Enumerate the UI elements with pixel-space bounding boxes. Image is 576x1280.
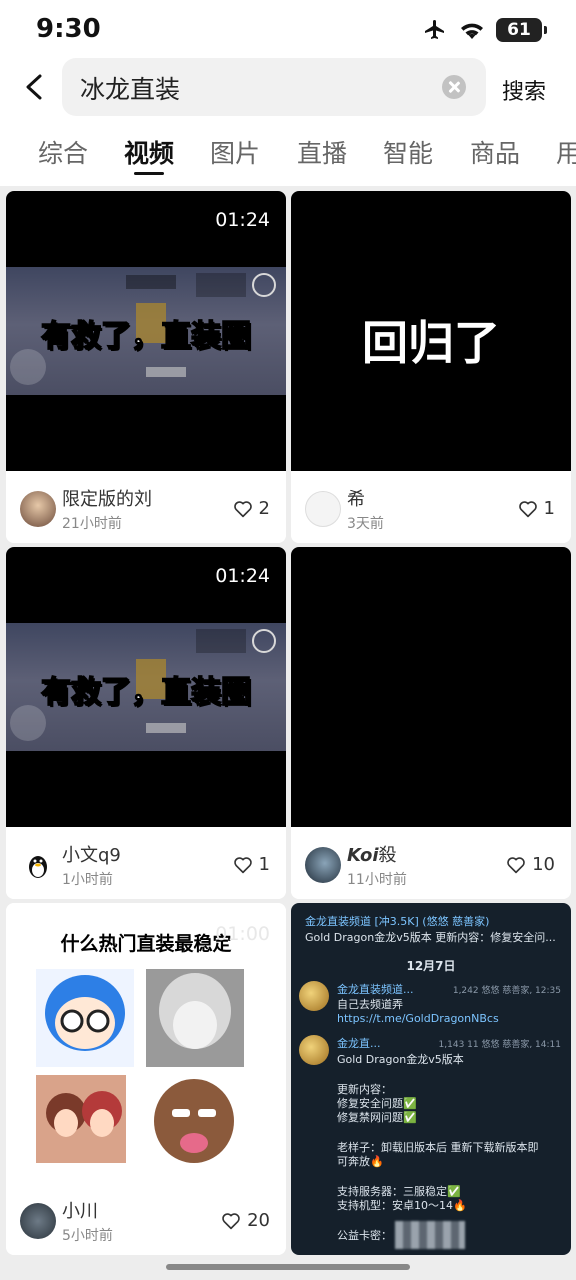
meme-images — [36, 969, 244, 1163]
status-time: 9:30 — [36, 14, 101, 44]
channel-avatar — [299, 981, 329, 1011]
author-name[interactable]: 限定版的刘 — [62, 485, 152, 511]
search-query: 冰龙直装 — [80, 75, 181, 104]
like-count: 20 — [247, 1210, 270, 1231]
author-name[interactable]: 希 — [347, 485, 365, 511]
sender-name: 金龙直装频道... — [337, 983, 414, 996]
clear-icon[interactable] — [442, 75, 466, 99]
card-meta: 小文q9 1小时前 1 — [6, 827, 286, 899]
active-tab-indicator — [134, 172, 164, 175]
video-card[interactable]: 回归了 希 3天前 1 — [291, 191, 571, 543]
author-name-italic: Koi — [347, 845, 379, 866]
video-thumbnail[interactable]: 回归了 — [291, 191, 571, 471]
post-time: 5小时前 — [62, 1228, 113, 1244]
like-count: 10 — [532, 854, 555, 875]
video-card[interactable]: Koi殺 11小时前 10 — [291, 547, 571, 899]
tab-images[interactable]: 图片 — [210, 134, 260, 170]
message-line: 支持机型：安卓10～14🔥 — [337, 1199, 467, 1212]
pinned-message: Gold Dragon金龙v5版本 更新内容：修复安全问... — [305, 931, 556, 944]
post-time: 21小时前 — [62, 516, 122, 532]
message-stats: 1,242 悠悠 慈善家, 12:35 — [452, 986, 561, 996]
post-time: 11小时前 — [347, 872, 407, 888]
home-indicator — [166, 1264, 410, 1270]
message-link: https://t.me/GoldDragonNBcs — [337, 1012, 499, 1025]
video-card[interactable]: 什么热门直装最稳定 01:00 小川 5小时前 20 — [6, 903, 286, 1255]
status-icons: 61 — [422, 18, 547, 42]
like-count: 2 — [258, 498, 270, 519]
tab-comprehensive[interactable]: 综合 — [38, 134, 88, 170]
message-line: 公益卡密： — [337, 1229, 392, 1242]
card-meta: 希 3天前 1 — [291, 471, 571, 543]
like-button[interactable]: 10 — [506, 854, 555, 875]
video-thumbnail[interactable]: 01:24 有救了，直装圈 — [6, 191, 286, 471]
post-time: 1小时前 — [62, 872, 113, 888]
author-name[interactable]: Koi殺 — [347, 841, 397, 867]
author-name[interactable]: 小文q9 — [62, 841, 121, 867]
message-line: Gold Dragon金龙v5版本 — [337, 1053, 464, 1066]
message-text: 自己去频道弄 — [337, 998, 403, 1011]
avatar[interactable] — [20, 491, 56, 527]
avatar[interactable] — [305, 491, 341, 527]
video-caption: 回归了 — [362, 316, 500, 370]
like-button[interactable]: 20 — [221, 1210, 270, 1231]
author-name-suffix: 殺 — [378, 845, 397, 866]
tab-smart[interactable]: 智能 — [383, 134, 433, 170]
post-time: 3天前 — [347, 516, 384, 532]
channel-title: 金龙直装频道 [冲3.5K] (悠悠 慈善家) — [305, 915, 490, 928]
top-bar: 9:30 61 冰龙直装 搜索 综合 视频 图片 直播 智能 商品 用 — [0, 0, 576, 186]
channel-avatar — [299, 1035, 329, 1065]
heart-icon — [507, 856, 525, 873]
search-results-screen: 9:30 61 冰龙直装 搜索 综合 视频 图片 直播 智能 商品 用 01:2… — [0, 0, 576, 1280]
heart-icon — [518, 500, 537, 517]
avatar[interactable] — [20, 1203, 56, 1239]
search-input[interactable]: 冰龙直装 — [62, 58, 486, 116]
telegram-screenshot-thumbnail[interactable]: 金龙直装频道 [冲3.5K] (悠悠 慈善家) Gold Dragon金龙v5版… — [291, 903, 571, 1255]
search-button[interactable]: 搜索 — [502, 74, 546, 106]
battery-icon: 61 — [496, 18, 547, 42]
tab-users[interactable]: 用 — [556, 134, 576, 170]
video-thumbnail[interactable]: 什么热门直装最稳定 01:00 — [6, 903, 286, 1183]
author-name[interactable]: 小川 — [62, 1197, 98, 1223]
sender-name: 金龙直... — [337, 1037, 381, 1050]
like-button[interactable]: 1 — [233, 854, 270, 875]
heart-icon — [233, 500, 252, 517]
tab-video[interactable]: 视频 — [124, 134, 174, 170]
blurred-code — [395, 1221, 465, 1249]
tab-products[interactable]: 商品 — [470, 134, 520, 170]
video-thumbnail[interactable] — [291, 547, 571, 827]
heart-icon — [222, 1212, 240, 1229]
like-button[interactable]: 1 — [518, 498, 555, 519]
tab-live[interactable]: 直播 — [297, 134, 347, 170]
video-duration: 01:24 — [215, 565, 270, 587]
card-meta: 限定版的刘 21小时前 2 — [6, 471, 286, 543]
avatar[interactable] — [20, 847, 56, 883]
video-card[interactable]: 01:24 有救了，直装圈 小文q9 1小时前 1 — [6, 547, 286, 899]
video-duration: 01:24 — [215, 209, 270, 231]
airplane-mode-icon — [425, 20, 444, 39]
message-line: 可奔放🔥 — [337, 1155, 384, 1168]
like-button[interactable]: 2 — [233, 498, 270, 519]
video-card[interactable]: 01:24 有救了，直装圈 限定版的刘 21小时前 2 — [6, 191, 286, 543]
back-arrow-icon[interactable] — [18, 70, 52, 104]
card-meta: Koi殺 11小时前 10 — [291, 827, 571, 899]
status-bar: 9:30 61 — [0, 0, 576, 60]
video-caption: 有救了，直装圈 — [40, 674, 252, 711]
video-thumbnail[interactable]: 01:24 有救了，直装圈 — [6, 547, 286, 827]
avatar[interactable] — [305, 847, 341, 883]
video-card[interactable]: 金龙直装频道 [冲3.5K] (悠悠 慈善家) Gold Dragon金龙v5版… — [291, 903, 571, 1255]
message-line: 修复禁网问题✅ — [337, 1111, 417, 1124]
like-count: 1 — [258, 854, 270, 875]
video-caption: 有救了，直装圈 — [40, 318, 252, 355]
category-tabs: 综合 视频 图片 直播 智能 商品 用 — [0, 132, 576, 186]
wifi-icon — [461, 23, 483, 39]
card-meta: 小川 5小时前 20 — [6, 1183, 286, 1255]
like-count: 1 — [543, 498, 555, 519]
date-separator: 12月7日 — [406, 959, 456, 973]
message-stats: 1,143 11 悠悠 慈善家, 14:11 — [438, 1040, 561, 1050]
heart-icon — [233, 856, 252, 873]
